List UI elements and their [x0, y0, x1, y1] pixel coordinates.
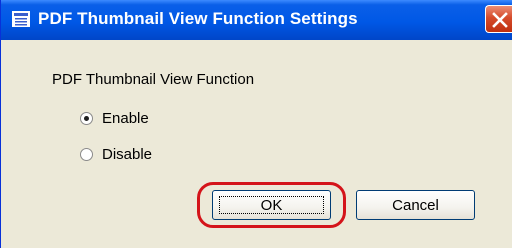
title-bar[interactable]: PDF Thumbnail View Function Settings	[1, 0, 512, 40]
close-icon	[492, 12, 508, 28]
radio-button-disable[interactable]	[80, 147, 93, 161]
radio-disable[interactable]: Disable	[80, 145, 152, 163]
radio-label-enable[interactable]: Enable	[102, 110, 149, 127]
radio-label-disable[interactable]: Disable	[102, 146, 152, 163]
radio-button-enable[interactable]	[80, 111, 93, 125]
cancel-button[interactable]: Cancel	[356, 190, 475, 220]
window-menu-icon[interactable]	[12, 11, 30, 27]
cancel-button-label: Cancel	[392, 196, 439, 214]
settings-dialog: PDF Thumbnail View Function Settings PDF…	[0, 0, 512, 248]
group-label: PDF Thumbnail View Function	[52, 71, 255, 88]
close-button[interactable]	[485, 5, 512, 33]
radio-enable[interactable]: Enable	[80, 109, 149, 127]
window-title: PDF Thumbnail View Function Settings	[38, 9, 358, 28]
highlight-circle	[197, 182, 346, 228]
